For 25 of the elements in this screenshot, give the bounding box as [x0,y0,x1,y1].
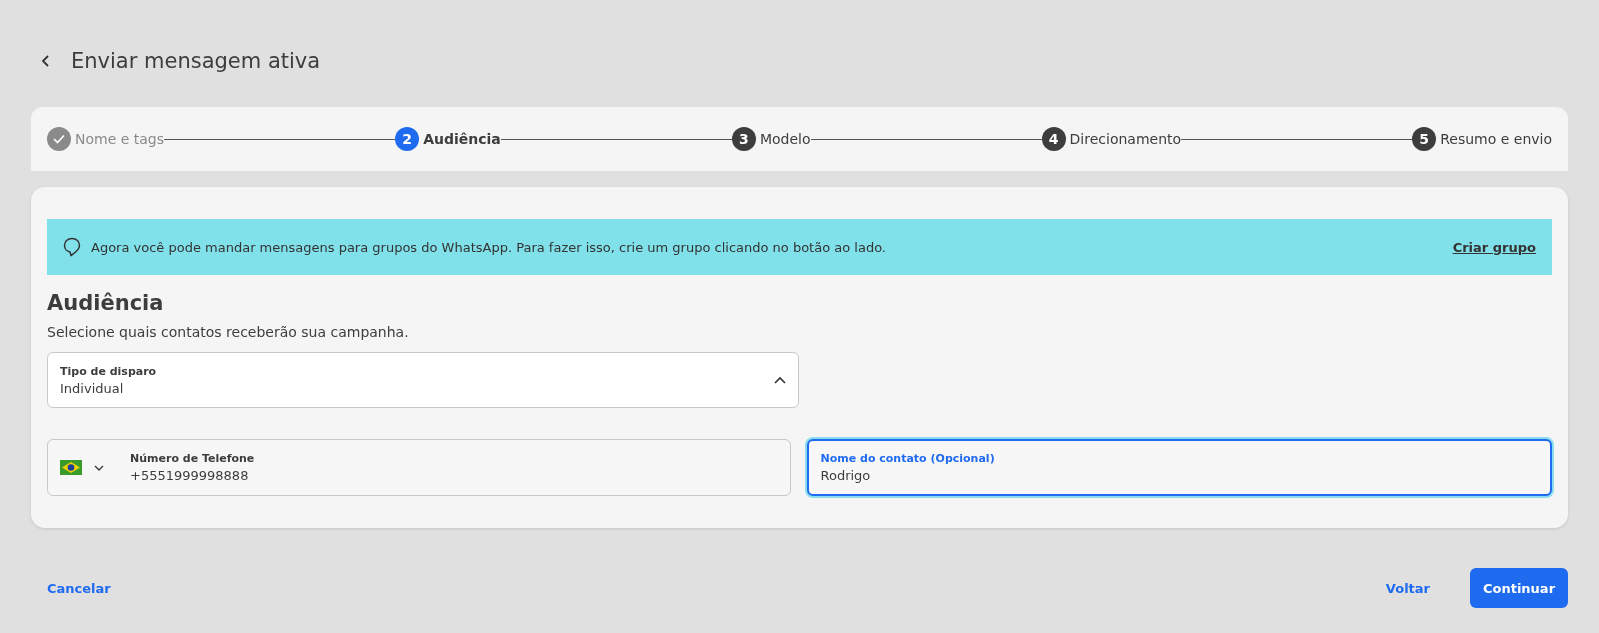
flag-icon [60,460,82,475]
back-link-button[interactable]: Voltar [1385,572,1430,604]
step-label: Modelo [759,131,811,147]
page-title: Enviar mensagem ativa [71,49,321,73]
cancel-button[interactable]: Cancelar [47,572,111,604]
step-label: Audiência [423,131,501,147]
country-picker[interactable] [60,460,104,475]
step-label: Nome e tags [75,131,165,147]
step-label: Resumo e envio [1440,131,1553,147]
banner-text: Agora você pode mandar mensagens para grupos do WhatsApp. Para fazer isso, crie um grupo clicando no botão ao lado. [91,239,887,255]
section-subtitle: Selecione quais contatos receberão sua campanha. [47,324,410,340]
create-group-link[interactable]: Criar grupo [1452,239,1536,255]
continue-button[interactable]: Continuar [1470,568,1568,608]
chevron-up-icon [774,376,786,384]
phone-number-field[interactable]: Número de Telefone +5551999998888 [47,439,791,496]
section-title: Audiência [47,291,165,315]
chat-bubble-icon [63,237,81,257]
step-label: Direcionamento [1069,131,1182,147]
step-number: 5 [1412,127,1437,151]
dispatch-type-select[interactable]: Tipo de disparo Individual [47,352,799,408]
contact-name-field[interactable]: Nome do contato (Opcional) Rodrigo [806,439,1552,496]
step-number: 2 [395,127,420,151]
chevron-down-icon [94,464,104,471]
step-number: 3 [731,127,756,151]
step-number: 4 [1041,127,1066,151]
